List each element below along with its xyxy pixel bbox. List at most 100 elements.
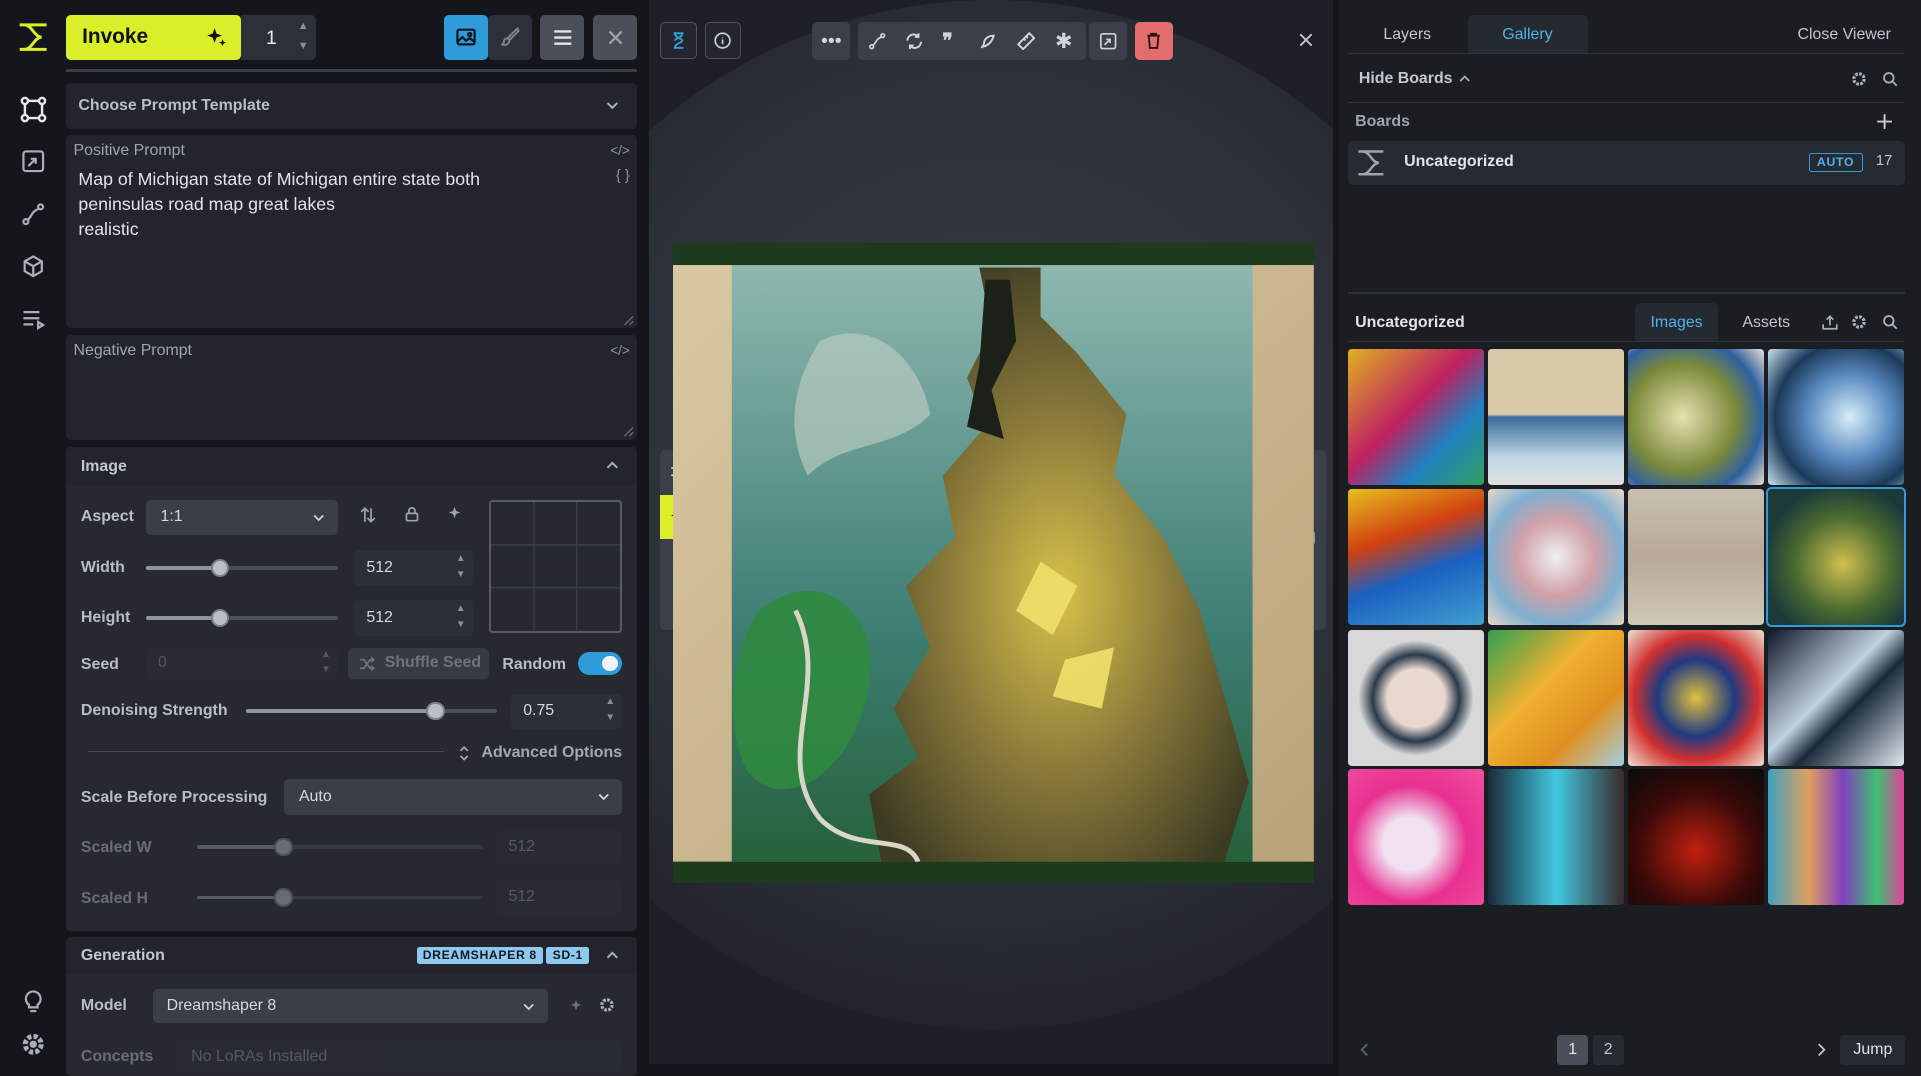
gear-icon[interactable] bbox=[1851, 314, 1867, 330]
gear-icon[interactable] bbox=[599, 997, 615, 1013]
lock-icon[interactable] bbox=[404, 506, 420, 522]
gallery-thumbnail[interactable] bbox=[1628, 769, 1765, 906]
decrement-icon[interactable]: ▼ bbox=[321, 664, 331, 675]
ruler-icon[interactable] bbox=[1016, 31, 1036, 51]
generation-header[interactable]: Generation DREAMSHAPER 8 SD-1 bbox=[66, 937, 638, 975]
add-board-icon[interactable] bbox=[1876, 113, 1893, 130]
close-viewer-button[interactable] bbox=[1295, 29, 1317, 51]
image-mode-button[interactable] bbox=[443, 14, 488, 61]
increment-icon[interactable]: ▲ bbox=[456, 553, 466, 564]
increment-icon[interactable]: ▲ bbox=[456, 603, 466, 614]
lightbulb-icon[interactable] bbox=[16, 984, 50, 1018]
gallery-thumbnail[interactable] bbox=[1487, 629, 1624, 766]
tab-images[interactable]: Images bbox=[1634, 302, 1718, 341]
workflow-icon[interactable] bbox=[868, 32, 886, 50]
tab-assets[interactable]: Assets bbox=[1742, 314, 1790, 332]
height-slider-thumb[interactable] bbox=[210, 608, 230, 628]
width-slider[interactable] bbox=[145, 558, 339, 578]
increment-icon[interactable]: ▲ bbox=[298, 20, 309, 32]
progress-toggle-button[interactable] bbox=[660, 22, 698, 59]
brush-mode-button[interactable] bbox=[487, 14, 532, 61]
negative-prompt-box[interactable]: Negative Prompt </> bbox=[66, 334, 638, 440]
tab-gallery[interactable]: Gallery bbox=[1467, 14, 1588, 53]
iterations-stepper[interactable]: 1 ▲ ▼ bbox=[241, 14, 317, 61]
cancel-button[interactable] bbox=[593, 14, 638, 61]
search-icon[interactable] bbox=[1882, 314, 1898, 330]
invoke-button[interactable]: Invoke bbox=[66, 14, 242, 61]
board-item-uncategorized[interactable]: Uncategorized AUTO 17 bbox=[1347, 140, 1906, 186]
gallery-thumbnail[interactable] bbox=[1347, 769, 1484, 906]
model-select[interactable]: Dreamshaper 8 bbox=[153, 988, 548, 1024]
gallery-thumbnail[interactable] bbox=[1347, 349, 1484, 486]
advanced-options-toggle[interactable]: Advanced Options bbox=[458, 743, 622, 765]
upscale-icon[interactable] bbox=[16, 145, 50, 179]
close-viewer-link[interactable]: Close Viewer bbox=[1798, 26, 1891, 44]
concepts-select[interactable]: No LoRAs Installed bbox=[176, 1039, 623, 1074]
decrement-icon[interactable]: ▼ bbox=[456, 569, 466, 580]
aspect-select[interactable]: 1:1 bbox=[145, 499, 339, 536]
resize-handle-icon[interactable] bbox=[622, 314, 634, 326]
seed-input[interactable]: 0 ▲ ▼ bbox=[145, 646, 339, 681]
code-icon[interactable]: </> bbox=[610, 143, 629, 158]
denoise-input[interactable]: 0.75 ▲ ▼ bbox=[510, 693, 623, 730]
gallery-thumbnail[interactable] bbox=[1768, 769, 1905, 906]
decrement-icon[interactable]: ▼ bbox=[456, 619, 466, 630]
asterisk-icon[interactable]: ✱ bbox=[1055, 29, 1072, 54]
prompt-template-select[interactable]: Choose Prompt Template bbox=[66, 83, 638, 129]
increment-icon[interactable]: ▲ bbox=[605, 696, 615, 707]
gallery-thumbnail[interactable] bbox=[1487, 488, 1624, 625]
page-1-button[interactable]: 1 bbox=[1557, 1035, 1588, 1065]
swap-icon[interactable] bbox=[360, 507, 376, 524]
image-section-header[interactable]: Image bbox=[66, 447, 638, 486]
menu-button[interactable] bbox=[540, 14, 585, 61]
scaled-h-slider-thumb[interactable] bbox=[274, 888, 293, 907]
queue-icon[interactable] bbox=[16, 301, 50, 335]
positive-prompt-input[interactable]: Map of Michigan state of Michigan entire… bbox=[78, 167, 568, 242]
upload-icon[interactable] bbox=[1822, 314, 1838, 330]
sparkle-icon[interactable] bbox=[570, 999, 585, 1014]
decrement-icon[interactable]: ▼ bbox=[605, 712, 615, 723]
random-toggle[interactable] bbox=[578, 651, 623, 676]
gallery-thumbnail[interactable] bbox=[1628, 629, 1765, 766]
gallery-thumbnail[interactable] bbox=[1487, 769, 1624, 906]
chevron-right-icon[interactable] bbox=[1816, 1043, 1827, 1056]
gallery-thumbnail[interactable] bbox=[1768, 349, 1905, 486]
gear-icon[interactable] bbox=[1851, 71, 1867, 87]
scaled-w-slider[interactable] bbox=[197, 838, 483, 857]
increment-icon[interactable]: ▲ bbox=[321, 649, 331, 660]
info-button[interactable] bbox=[704, 22, 742, 59]
jump-button[interactable]: Jump bbox=[1840, 1035, 1906, 1065]
resize-handle-icon[interactable] bbox=[622, 425, 634, 437]
width-input[interactable]: 512 ▲ ▼ bbox=[354, 550, 473, 586]
tab-layers[interactable]: Layers bbox=[1348, 15, 1467, 53]
recall-icon[interactable] bbox=[905, 32, 923, 50]
delete-button[interactable] bbox=[1134, 22, 1173, 61]
search-icon[interactable] bbox=[1882, 71, 1898, 87]
denoise-slider[interactable] bbox=[246, 702, 498, 721]
gallery-thumbnail[interactable] bbox=[1628, 349, 1765, 486]
scale-select[interactable]: Auto bbox=[284, 779, 623, 815]
scaled-w-slider-thumb[interactable] bbox=[274, 838, 293, 857]
canvas-nodes-icon[interactable] bbox=[16, 92, 50, 126]
workflows-icon[interactable] bbox=[16, 197, 50, 231]
gallery-thumbnail[interactable] bbox=[1768, 629, 1905, 766]
chevron-left-icon[interactable] bbox=[1359, 1043, 1370, 1056]
gallery-thumbnail[interactable] bbox=[1487, 349, 1624, 486]
gallery-thumbnail-selected[interactable] bbox=[1766, 486, 1907, 627]
quote-icon[interactable]: ❞ bbox=[942, 29, 953, 53]
page-2-button[interactable]: 2 bbox=[1592, 1035, 1624, 1065]
braces-icon[interactable]: { } bbox=[616, 168, 630, 184]
scaled-h-slider[interactable] bbox=[197, 888, 483, 907]
settings-icon[interactable] bbox=[16, 1027, 50, 1061]
models-icon[interactable] bbox=[16, 249, 50, 283]
gallery-thumbnail[interactable] bbox=[1347, 488, 1484, 625]
scaled-h-input[interactable]: 512 bbox=[496, 879, 623, 916]
gallery-thumbnail[interactable] bbox=[1347, 629, 1484, 766]
hide-boards-toggle[interactable]: Hide Boards bbox=[1359, 70, 1494, 90]
upscale-button[interactable] bbox=[1089, 22, 1128, 61]
height-slider[interactable] bbox=[145, 608, 339, 628]
denoise-slider-thumb[interactable] bbox=[426, 702, 445, 721]
gallery-thumbnail[interactable] bbox=[1628, 488, 1765, 625]
seed-icon[interactable] bbox=[979, 32, 997, 50]
height-input[interactable]: 512 ▲ ▼ bbox=[354, 600, 473, 636]
